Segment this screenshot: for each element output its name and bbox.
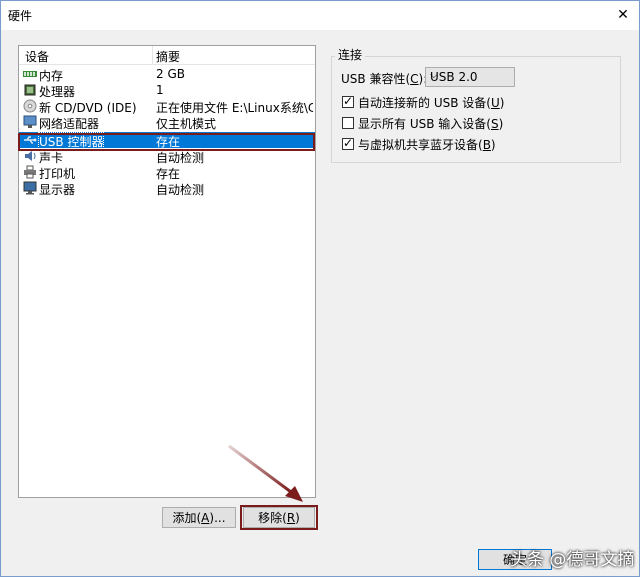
auto-connect-usb-checkbox[interactable]: ✓: [342, 94, 354, 108]
device-row-cd-dvd[interactable]: 新 CD/DVD (IDE) 正在使用文件 E:\Linux系统\C...: [19, 98, 315, 115]
device-row-sound-card[interactable]: 声卡 自动检测: [19, 148, 315, 165]
usb-controller-icon: [24, 136, 37, 144]
processor-icon: [24, 84, 36, 96]
device-row-printer[interactable]: 打印机 存在: [19, 164, 315, 181]
remove-button-tail: ): [295, 510, 300, 525]
device-row-display[interactable]: 显示器 自动检测: [19, 180, 315, 197]
auto-connect-usb-label[interactable]: 自动连接新的 USB 设备(U): [358, 94, 504, 111]
device-list[interactable]: 设备 摘要 内存 2 GB 处理器 1 新 CD/DVD (IDE) 正在使用文…: [18, 45, 316, 498]
device-name: 显示器: [39, 183, 76, 197]
device-summary: 自动检测: [156, 183, 205, 197]
device-summary: 仅主机模式: [156, 117, 217, 131]
share-bluetooth-label[interactable]: 与虚拟机共享蓝牙设备(B): [358, 136, 496, 153]
chevron-down-icon: ⌵: [430, 70, 438, 81]
add-button[interactable]: 添加(A)...: [162, 507, 236, 528]
device-summary: 2 GB: [156, 67, 185, 81]
add-button-tail: )...: [209, 510, 226, 525]
cd-dvd-icon: [23, 99, 37, 113]
close-icon: ✕: [617, 7, 629, 23]
device-row-processor[interactable]: 处理器 1: [19, 82, 315, 99]
column-divider[interactable]: [152, 46, 153, 64]
memory-icon: [23, 71, 37, 77]
display-icon: [23, 181, 37, 195]
printer-icon: [24, 165, 36, 179]
remove-button-hotkey: R: [286, 510, 296, 525]
watermark: 头条 @德哥文摘: [510, 550, 635, 570]
title-bar: 硬件 ✕: [0, 0, 640, 30]
usb-compat-label: USB 兼容性(C):: [341, 72, 428, 86]
device-summary: 1: [156, 83, 164, 97]
window-title: 硬件: [8, 9, 33, 23]
list-header: 设备 摘要: [19, 46, 315, 65]
remove-button[interactable]: 移除(R): [243, 507, 315, 528]
add-button-hotkey: A: [201, 510, 210, 525]
device-row-memory[interactable]: 内存 2 GB: [19, 66, 315, 83]
show-all-usb-input-label[interactable]: 显示所有 USB 输入设备(S): [358, 115, 503, 132]
share-bluetooth-checkbox[interactable]: ✓: [342, 136, 354, 150]
show-all-usb-input-checkbox[interactable]: [342, 117, 354, 129]
device-name: 网络适配器: [39, 117, 100, 131]
remove-button-label: 移除(: [258, 511, 287, 525]
close-button[interactable]: ✕: [606, 0, 640, 30]
device-row-network-adapter[interactable]: 网络适配器 仅主机模式: [19, 114, 315, 131]
sound-card-icon: [25, 151, 36, 161]
usb-compat-select[interactable]: USB 2.0 ⌵: [425, 67, 515, 87]
connection-group-title: 连接: [335, 46, 366, 63]
column-header-device[interactable]: 设备: [25, 48, 49, 65]
column-header-summary[interactable]: 摘要: [156, 48, 180, 65]
add-button-label: 添加(: [172, 511, 202, 525]
device-row-usb-controller[interactable]: USB 控制器 存在: [19, 132, 315, 151]
network-adapter-icon: [23, 115, 37, 128]
arrow-annotation-icon: [228, 444, 303, 502]
